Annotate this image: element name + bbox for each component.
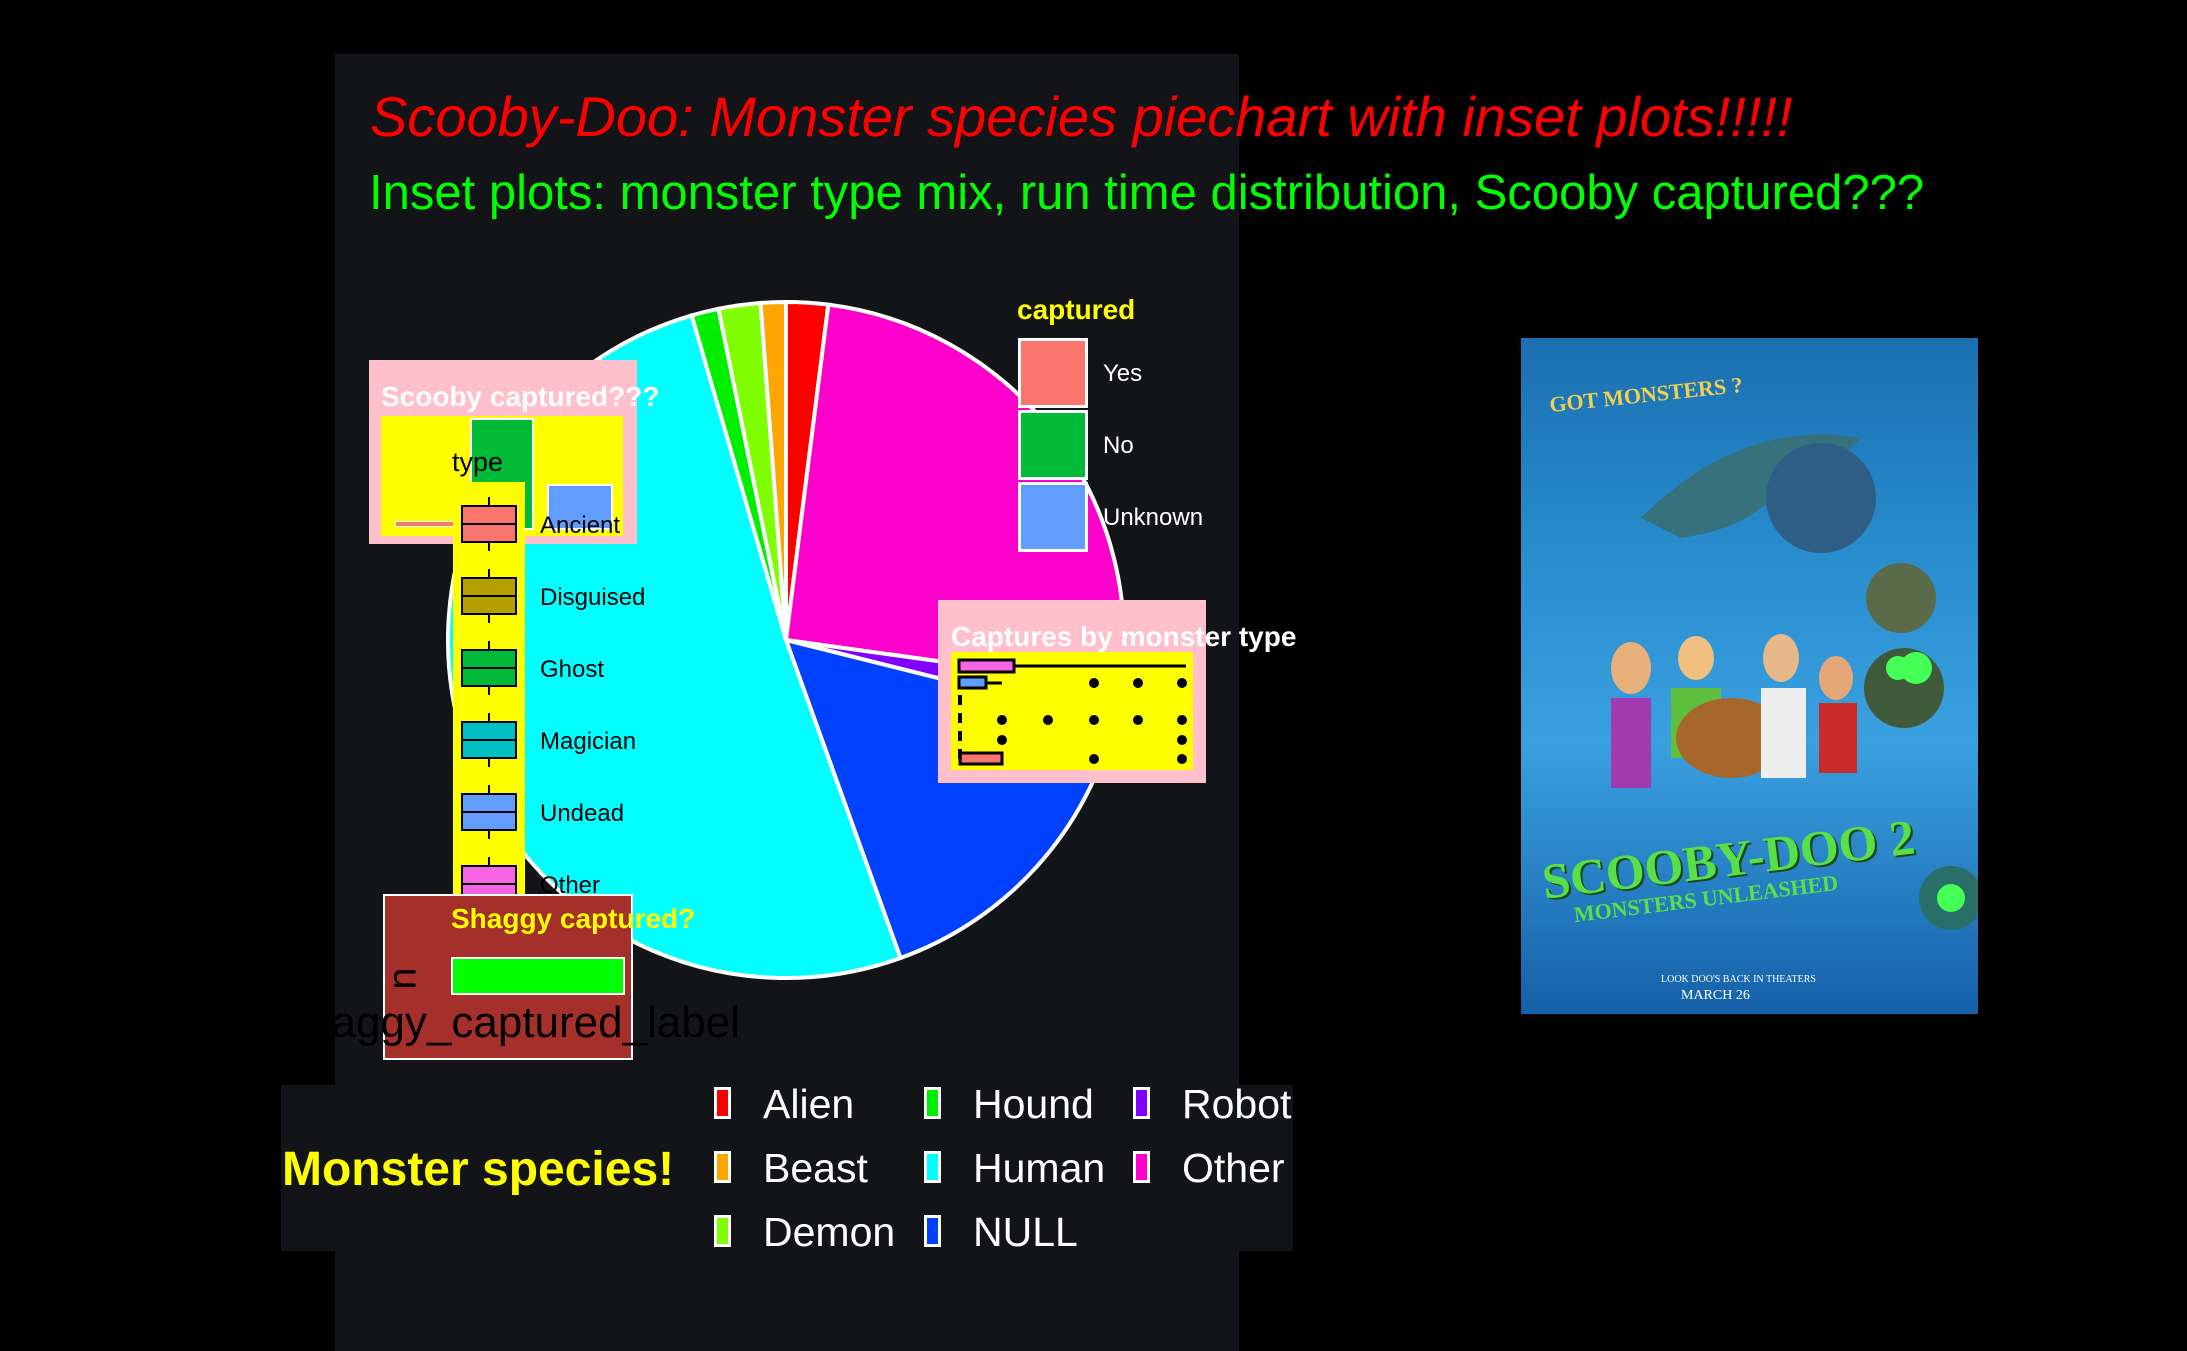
- species-legend-label-hound: Hound: [973, 1081, 1094, 1127]
- shaggy-ylabel: n: [380, 967, 425, 990]
- species-legend-key-human: [924, 1151, 941, 1183]
- species-legend-key-demon: [714, 1215, 731, 1247]
- species-legend-key-other: [1133, 1151, 1150, 1183]
- captured-legend-label-yes: Yes: [1103, 360, 1143, 387]
- species-legend-key-beast: [714, 1151, 731, 1183]
- species-legend-title: Monster species!: [282, 1143, 675, 1196]
- shaggy-captured-title: Shaggy captured?: [451, 903, 696, 934]
- type-legend-title: type: [452, 447, 504, 477]
- species-legend-label-demon: Demon: [763, 1209, 896, 1255]
- type-key-disguised: [461, 569, 517, 623]
- captured-legend-key-unknown: [1018, 482, 1088, 552]
- shaggy-bar: [451, 957, 625, 995]
- species-legend-label-other: Other: [1182, 1145, 1285, 1191]
- species-legend-label-human: Human: [973, 1145, 1106, 1191]
- type-key-ancient: [461, 497, 517, 551]
- species-legend-label-beast: Beast: [763, 1145, 868, 1191]
- shaggy-xlabel: shaggy_captured_label: [285, 998, 741, 1047]
- captured-legend-title: captured: [1017, 294, 1136, 325]
- box-undead: [957, 675, 1002, 690]
- outlier-points: [997, 678, 1187, 764]
- species-legend-label-null: NULL: [973, 1209, 1078, 1255]
- species-legend-label-alien: Alien: [763, 1081, 855, 1127]
- type-label-ghost: Ghost: [540, 656, 605, 683]
- type-label-magician: Magician: [540, 728, 637, 755]
- box-other: [957, 658, 1186, 674]
- type-key-magician: [461, 713, 517, 767]
- type-label-undead: Undead: [540, 800, 625, 827]
- captured-legend-label-unknown: Unknown: [1103, 504, 1204, 531]
- box-ancient: [958, 751, 1004, 766]
- movie-poster: GOT MONSTERS ? SCOOBY-DOO 2 MONSTERS UNL…: [1521, 338, 1978, 1014]
- poster-date-line: LOOK DOO'S BACK IN THEATERS: [1661, 974, 1816, 985]
- captured-legend-key-no: [1018, 410, 1088, 480]
- species-legend-key-alien: [714, 1087, 731, 1119]
- type-key-undead: [461, 785, 517, 839]
- species-legend-key-robot: [1133, 1087, 1150, 1119]
- captured-legend-key-yes: [1018, 338, 1088, 408]
- scooby-captured-title: Scooby captured???: [381, 381, 660, 412]
- type-label-ancient: Ancient: [540, 512, 621, 539]
- species-legend-key-null: [924, 1215, 941, 1247]
- captures-by-type-title: Captures by monster type: [951, 621, 1297, 652]
- captured-legend-label-no: No: [1103, 432, 1134, 459]
- type-key-ghost: [461, 641, 517, 695]
- scooby-bar-yes: [395, 521, 457, 527]
- type-label-disguised: Disguised: [540, 584, 646, 611]
- poster-date: MARCH 26: [1681, 988, 1750, 1003]
- species-legend-label-robot: Robot: [1182, 1081, 1292, 1127]
- species-legend-key-hound: [924, 1087, 941, 1119]
